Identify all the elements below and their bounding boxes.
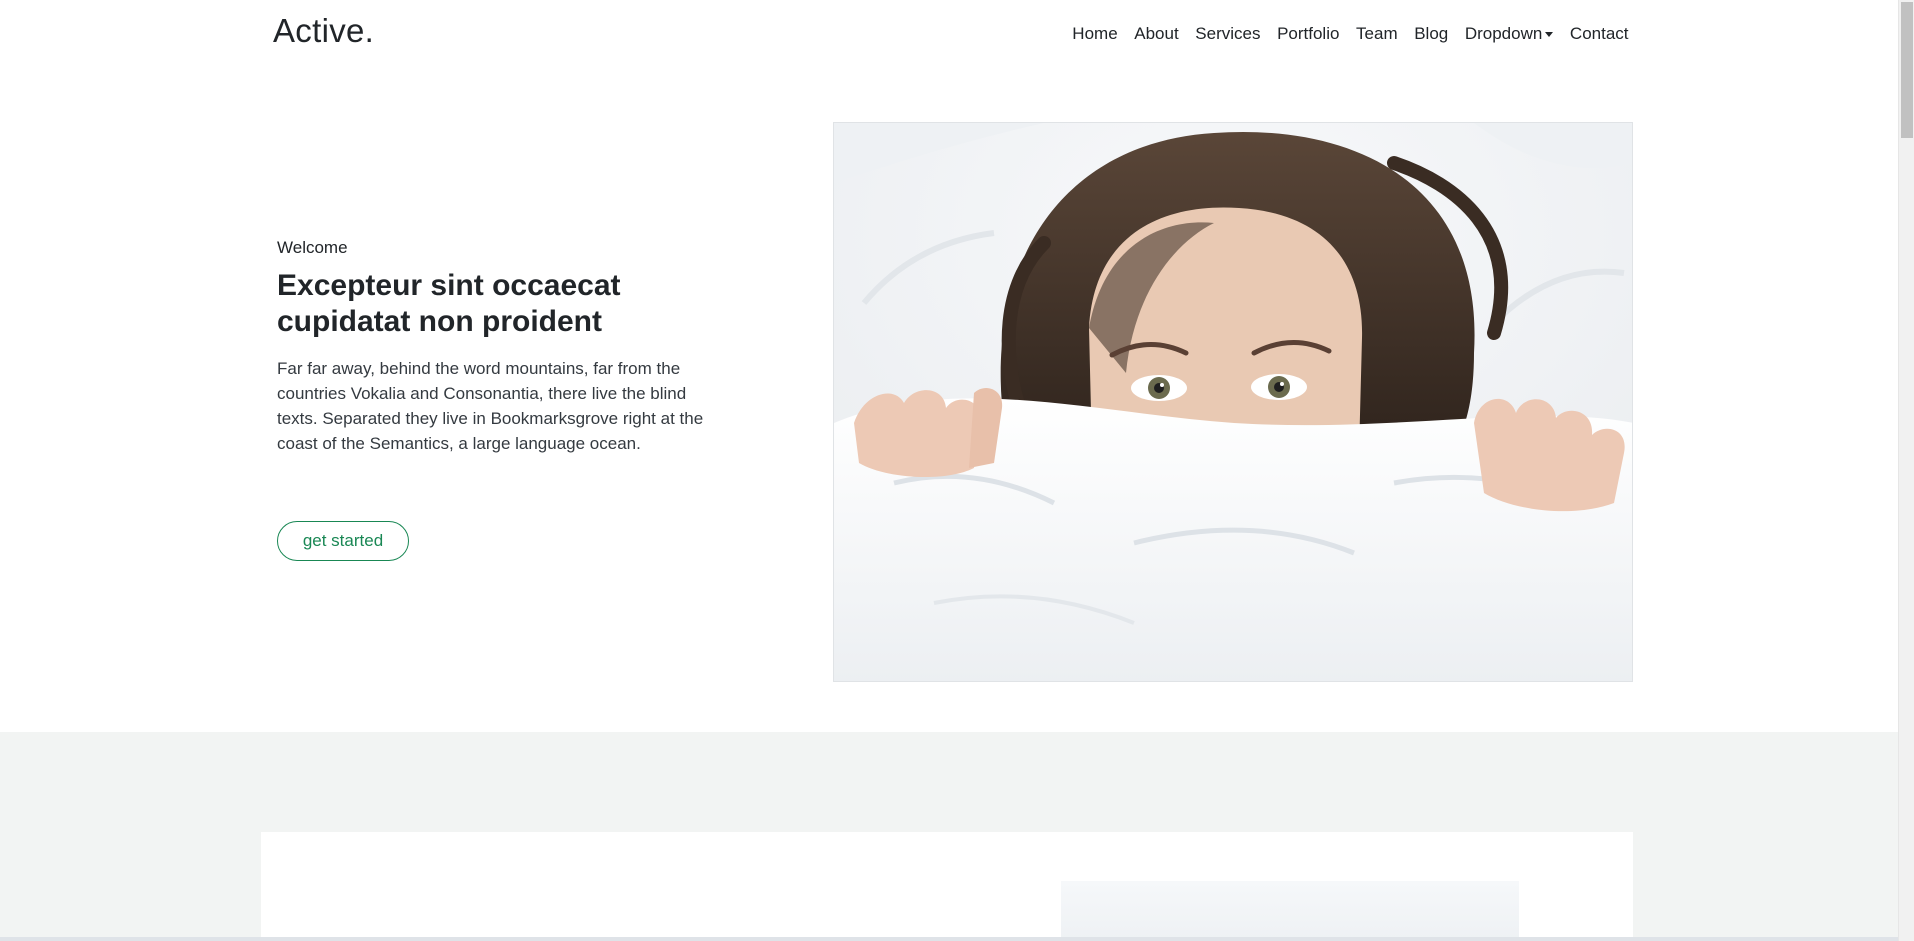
nav-item-home[interactable]: Home <box>1064 22 1126 46</box>
brand-logo[interactable]: Active. <box>273 12 374 50</box>
site-header: Active. Home About Services Portfolio Te… <box>0 0 1898 72</box>
nav-item-team[interactable]: Team <box>1348 22 1406 46</box>
horizontal-scroll-edge <box>0 937 1898 941</box>
hero-text: Welcome Excepteur sint occaecat cupidata… <box>277 236 717 456</box>
hero-lead: Far far away, behind the word mountains,… <box>277 359 704 453</box>
hero-headline: Excepteur sint occaecat cupidatat non pr… <box>277 269 621 338</box>
nav-item-blog[interactable]: Blog <box>1406 22 1457 46</box>
nav-item-services[interactable]: Services <box>1187 22 1269 46</box>
nav-item-portfolio[interactable]: Portfolio <box>1269 22 1348 46</box>
vertical-scrollbar[interactable] <box>1898 0 1914 941</box>
feature-card-image <box>1061 881 1519 941</box>
nav-item-contact[interactable]: Contact <box>1562 22 1637 46</box>
main-nav: Home About Services Portfolio Team Blog … <box>1064 22 1637 46</box>
hero-image <box>833 122 1633 682</box>
nav-item-dropdown-label: Dropdown <box>1464 24 1543 43</box>
scrollbar-thumb[interactable] <box>1901 2 1913 138</box>
nav-item-dropdown[interactable]: Dropdown <box>1457 22 1562 46</box>
nav-item-about[interactable]: About <box>1126 22 1187 46</box>
get-started-button[interactable]: get started <box>277 521 409 561</box>
hero-photo-illustration <box>834 123 1632 681</box>
hero-kicker: Welcome <box>277 238 348 257</box>
caret-down-icon <box>1545 31 1554 37</box>
